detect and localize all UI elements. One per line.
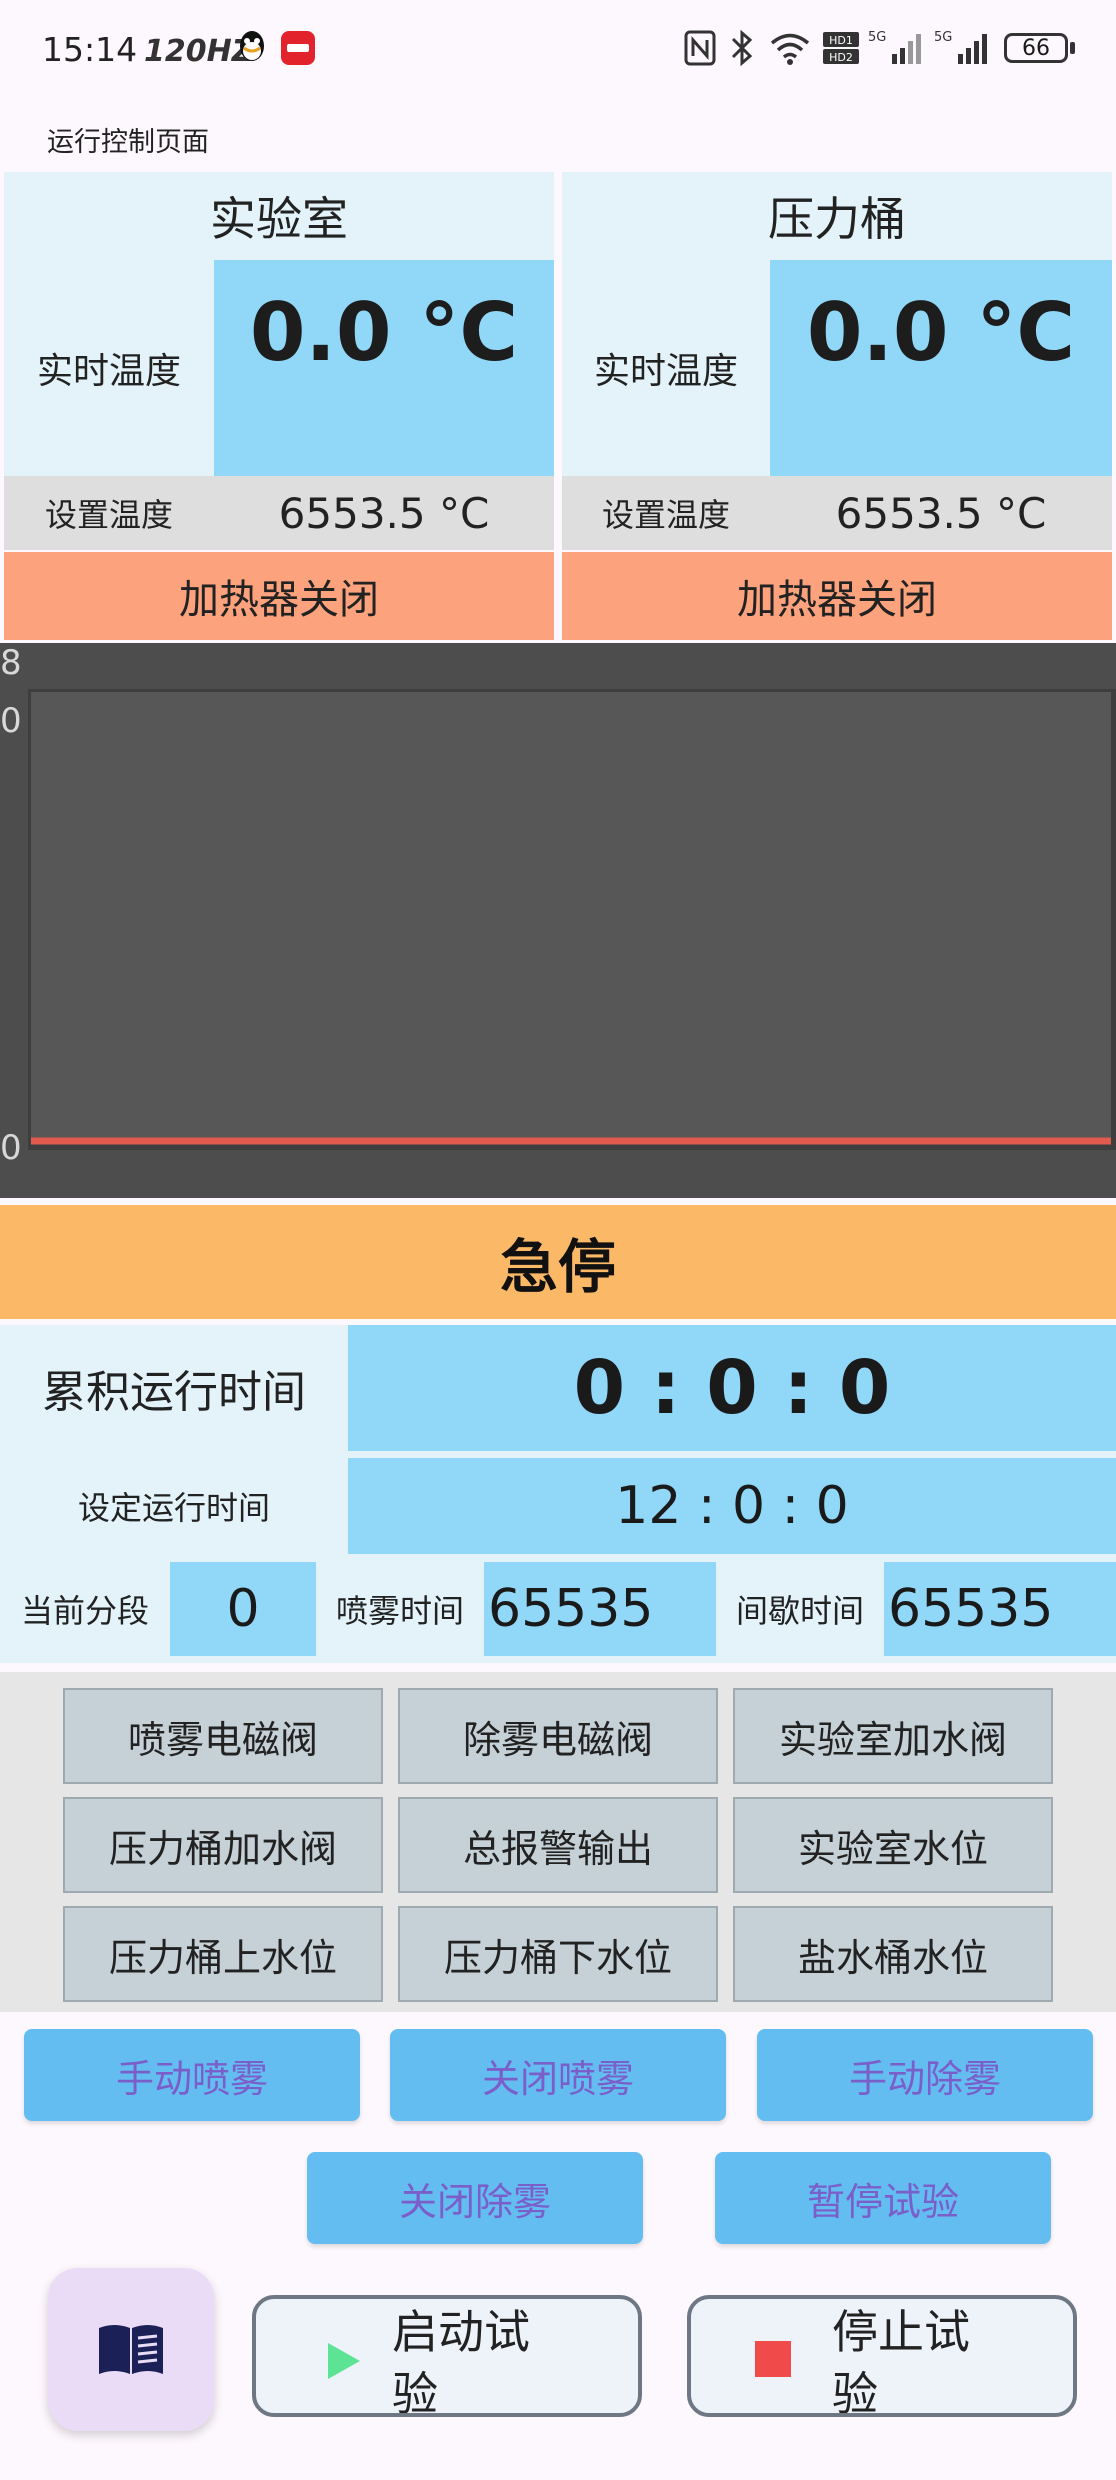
svg-text:5G: 5G (868, 30, 886, 45)
manual-defog-button[interactable]: 手动除雾 (757, 2029, 1093, 2121)
lab-realtime-value-filler (214, 404, 554, 476)
segment-value: 0 (170, 1562, 316, 1656)
pressure-set-value[interactable]: 6553.5 °C (770, 476, 1112, 550)
segment-label: 当前分段 (20, 1592, 149, 1630)
status-time: 15:14 (42, 30, 138, 69)
accumulated-time-label: 累积运行时间 (42, 1367, 306, 1418)
io-lab-water-level: 实验室水位 (733, 1797, 1053, 1893)
lab-set-row: 设置温度 6553.5 °C (4, 476, 554, 550)
close-defog-button[interactable]: 关闭除雾 (307, 2152, 643, 2244)
temperature-chart: 8 0 0 (0, 643, 1116, 1198)
io-brine-level: 盐水桶水位 (733, 1906, 1053, 2002)
lab-realtime-value: 0.0 °C (214, 260, 554, 404)
stop-test-button[interactable]: 停止试 验 (687, 2295, 1077, 2417)
pressure-set-label: 设置温度 (601, 496, 730, 534)
lab-realtime-label: 实时温度 (4, 260, 214, 476)
spray-time-label: 喷雾时间 (335, 1592, 464, 1630)
lab-set-value[interactable]: 6553.5 °C (214, 476, 554, 550)
interval-time-label: 间歇时间 (735, 1592, 864, 1630)
book-icon (99, 2324, 163, 2374)
close-spray-button[interactable]: 关闭喷雾 (390, 2029, 726, 2121)
interval-time-value[interactable]: 65535 (884, 1562, 1116, 1656)
set-time-label: 设定运行时间 (77, 1489, 270, 1527)
spray-time-value[interactable]: 65535 (484, 1562, 716, 1656)
start-test-label-line1: 启动试 (392, 2305, 530, 2359)
emergency-stop-button[interactable]: 急停 (0, 1205, 1116, 1319)
io-spray-valve: 喷雾电磁阀 (63, 1688, 383, 1784)
set-time-value[interactable]: 12 : 0 : 0 (348, 1458, 1116, 1554)
reader-app-icon (281, 31, 315, 65)
io-pressure-upper-level: 压力桶上水位 (63, 1906, 383, 2002)
lab-heater-status: 加热器关闭 (4, 552, 554, 640)
io-lab-water-valve: 实验室加水阀 (733, 1688, 1053, 1784)
battery-level: 66 (1022, 35, 1050, 61)
pressure-realtime-label: 实时温度 (562, 260, 770, 476)
start-test-label-line2: 验 (392, 2367, 438, 2417)
manual-fab-button[interactable] (48, 2268, 214, 2431)
manual-spray-button[interactable]: 手动喷雾 (24, 2029, 360, 2121)
io-pressure-lower-level: 压力桶下水位 (398, 1906, 718, 2002)
y-tick-label: 0 (0, 701, 22, 741)
chart-plot (28, 689, 1116, 1150)
pressure-set-row: 设置温度 6553.5 °C (562, 476, 1112, 550)
svg-text:HD1: HD1 (829, 34, 853, 47)
y-tick-label: 8 (0, 643, 22, 683)
lab-set-label: 设置温度 (44, 496, 173, 534)
accumulated-time-value: 0 : 0 : 0 (348, 1325, 1116, 1451)
page-title: 运行控制页面 (47, 127, 209, 158)
svg-text:HD2: HD2 (829, 51, 853, 64)
svg-text:5G: 5G (934, 30, 952, 45)
qq-app-icon (240, 31, 264, 61)
pressure-realtime-value: 0.0 °C (770, 260, 1112, 404)
plot-frame (28, 689, 1116, 1150)
io-pressure-water-valve: 压力桶加水阀 (63, 1797, 383, 1893)
io-defog-valve: 除雾电磁阀 (398, 1688, 718, 1784)
pressure-heater-status: 加热器关闭 (562, 552, 1112, 640)
pressure-realtime-value-filler (770, 404, 1112, 476)
stop-test-label-line1: 停止试 (832, 2305, 970, 2359)
stop-icon (755, 2341, 791, 2377)
battery-icon: 66 (1004, 33, 1068, 63)
battery-tip (1070, 42, 1075, 54)
wifi-icon (770, 33, 810, 65)
lab-panel-title: 实验室 (4, 172, 554, 260)
pressure-panel-title: 压力桶 (562, 172, 1112, 260)
play-icon (328, 2343, 360, 2379)
start-test-button[interactable]: 启动试 验 (252, 2295, 642, 2417)
y-tick-label: 0 (0, 1128, 22, 1168)
stop-test-label-line2: 验 (832, 2367, 878, 2417)
bluetooth-icon (731, 29, 753, 67)
pause-test-button[interactable]: 暂停试验 (715, 2152, 1051, 2244)
signal-5g-sim2-icon: 5G (934, 30, 987, 64)
nfc-icon (684, 30, 716, 66)
hd-voice-icon: HD1 HD2 (823, 32, 859, 64)
io-alarm-output: 总报警输出 (398, 1797, 718, 1893)
signal-5g-sim1-icon: 5G (868, 30, 921, 64)
